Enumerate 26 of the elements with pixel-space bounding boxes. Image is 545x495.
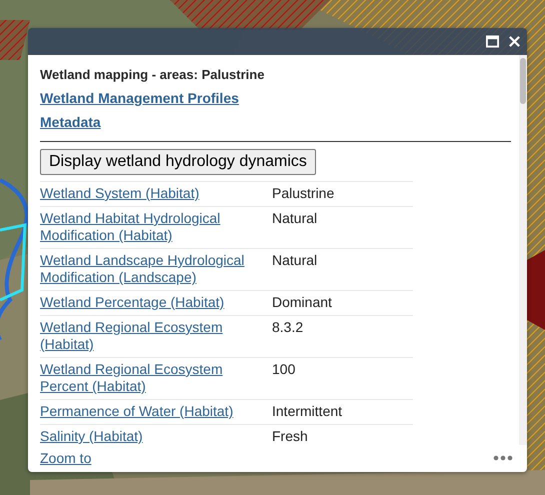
- popup-title: Wetland mapping - areas: Palustrine: [40, 67, 266, 83]
- attribute-value: Dominant: [272, 294, 332, 310]
- zoom-to-link[interactable]: Zoom to: [40, 450, 92, 466]
- attribute-value: Fresh: [272, 428, 308, 444]
- attribute-link[interactable]: Wetland Regional Ecosystem Percent (Habitat): [40, 361, 272, 395]
- attribute-link[interactable]: Wetland Landscape Hydrological Modification (Landscape): [40, 252, 272, 286]
- attribute-link[interactable]: Wetland Habitat Hydrological Modification (Habitat): [40, 210, 272, 244]
- attribute-link[interactable]: Salinity (Habitat): [40, 428, 143, 445]
- link[interactable]: Metadata: [40, 114, 101, 130]
- maximize-icon[interactable]: [486, 35, 499, 48]
- attribute-value: 100: [272, 361, 296, 377]
- attribute-value: 8.3.2: [272, 319, 304, 335]
- attribute-value: Intermittent: [272, 403, 342, 419]
- link[interactable]: Wetland Management Profiles: [40, 90, 239, 106]
- attribute-link[interactable]: Permanence of Water (Habitat): [40, 403, 234, 420]
- scrollbar-thumb[interactable]: [520, 58, 526, 104]
- attribute-value: Natural: [272, 210, 318, 226]
- attribute-link[interactable]: Wetland Percentage (Habitat): [40, 294, 224, 311]
- display-button[interactable]: Display wetland hydrology dynamics: [40, 149, 316, 175]
- close-icon[interactable]: [508, 35, 521, 48]
- attribute-value: Natural: [272, 252, 318, 268]
- attribute-value: Palustrine: [272, 185, 334, 201]
- more-icon[interactable]: [493, 454, 513, 460]
- attribute-link[interactable]: Wetland Regional Ecosystem (Habitat): [40, 319, 272, 353]
- scrollbar[interactable]: [519, 55, 527, 445]
- attribute-link[interactable]: Wetland System (Habitat): [40, 185, 200, 202]
